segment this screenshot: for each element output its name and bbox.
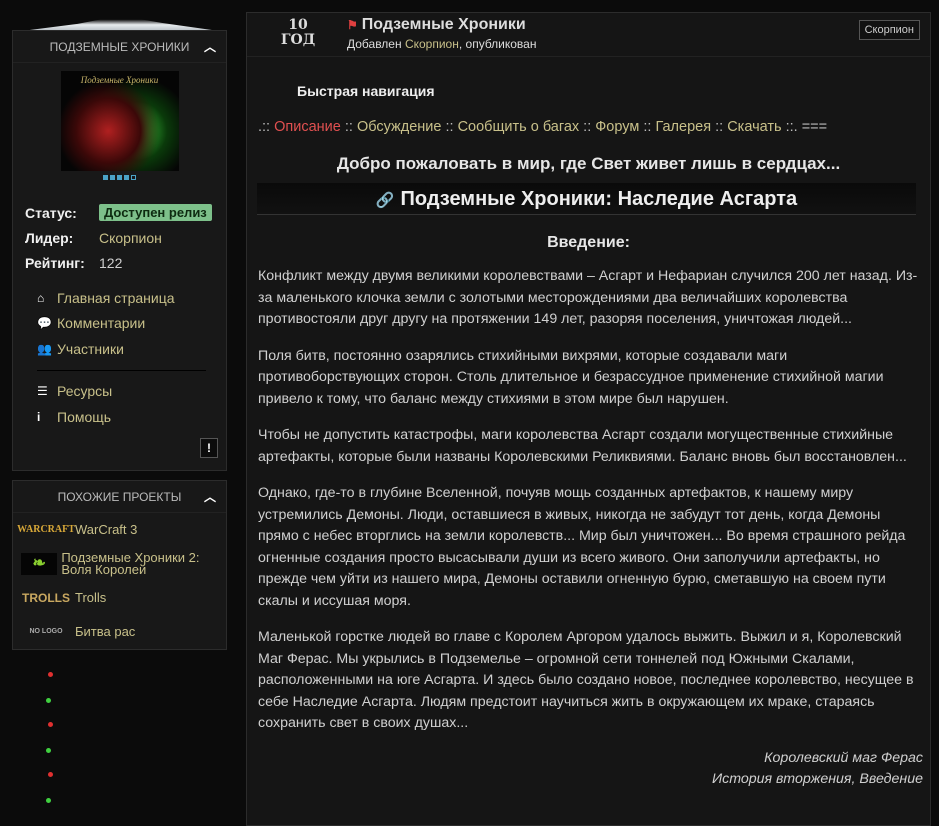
nav-link-download[interactable]: Скачать [727, 119, 781, 135]
project-box-title: ПОДЗЕМНЫЕ ХРОНИКИ [49, 39, 190, 54]
users-icon: 👥 [37, 341, 52, 356]
post-meta: Добавлен Скорпион, опубликован [347, 37, 536, 51]
menu-label: Комментарии [57, 315, 146, 332]
carousel-dot[interactable] [117, 175, 122, 180]
related-item[interactable]: ❧ Подземные Хроники 2: Воля Королей [13, 547, 226, 581]
project-main-panel: 10 ГОД ⚑ Подземные Хроники Добавлен Скорпи… [246, 12, 931, 826]
signature-source: История вторжения, Введение [711, 771, 923, 787]
related-projects-box: ПОХОЖИЕ ПРОЕКТЫ ︿ WARCRAFT WarCraft 3 ❧ По… [12, 480, 227, 650]
post-header: 10 ГОД ⚑ Подземные Хроники Добавлен Скорпи… [247, 13, 930, 57]
menu-members[interactable]: 👥 Участники [37, 336, 226, 362]
report-button[interactable]: ! [200, 438, 218, 458]
age-number: 10 [288, 17, 308, 33]
related-item-label: Подземные Хроники 2: Воля Королей [61, 550, 200, 577]
project-info: Статус: Доступен релиз Лидер: Скорпион Рей… [13, 180, 226, 275]
intro-heading: Введение: [547, 234, 630, 251]
related-item-label: Битва рас [75, 624, 136, 639]
carousel-dot[interactable] [110, 175, 115, 180]
welcome-text: Добро пожаловать в мир, где Свет живет л… [336, 154, 841, 173]
related-box-title: ПОХОЖИЕ ПРОЕКТЫ [57, 489, 182, 504]
nav-sep: :: [340, 119, 357, 135]
comments-icon: 💬 [37, 316, 52, 331]
author-link[interactable]: Скорпион [405, 37, 459, 51]
nav-link-forum[interactable]: Форум [595, 119, 639, 135]
quick-nav-heading: Быстрая навигация [297, 83, 435, 99]
age-badge: 10 ГОД [277, 18, 319, 48]
nav-link-report-bugs[interactable]: Сообщить о багах [458, 119, 580, 135]
age-unit: ГОД [280, 32, 316, 48]
carousel-dot[interactable] [103, 175, 108, 180]
post-title-text: Подземные Хроники [361, 16, 526, 33]
menu-label: Помощь [57, 408, 112, 425]
description-text: Конфликт между двумя великими королевств… [258, 266, 923, 791]
collapse-chevron-icon[interactable]: ︿ [204, 488, 216, 505]
carousel-dot[interactable] [124, 175, 129, 180]
link-icon[interactable]: 🔗 [376, 192, 395, 209]
paragraph: Поля битв, постоянно озарялись стихийным… [258, 347, 884, 407]
nav-decor: .:: [258, 119, 275, 135]
paragraph: Маленькой горстке людей во главе с Корол… [258, 629, 914, 731]
meta-prefix: Добавлен [347, 37, 405, 51]
paragraph: Конфликт между двумя великими королевств… [258, 268, 918, 327]
leader-link[interactable]: Скорпион [99, 230, 162, 246]
project-menu: ⌂ Главная страница 💬 Комментарии 👥 Участник… [13, 275, 226, 430]
paragraph: Однако, где-то в глубине Вселенной, почу… [258, 485, 906, 609]
list-icon: ☰ [37, 384, 48, 399]
home-icon: ⌂ [37, 290, 45, 305]
rating-value: 122 [99, 254, 123, 271]
menu-comments[interactable]: 💬 Комментарии [37, 311, 226, 337]
related-item-label: Trolls [75, 590, 107, 605]
status-label: Статус: [25, 204, 77, 221]
project-box-header: ПОДЗЕМНЫЕ ХРОНИКИ ︿ [13, 31, 226, 63]
garland-decoration [40, 650, 60, 826]
author-tag-button[interactable]: Скорпион [858, 20, 920, 40]
project-cover-image[interactable]: Подземные Хроники [60, 71, 179, 171]
project-box: ПОДЗЕМНЫЕ ХРОНИКИ ︿ Подземные Хроники Ст… [12, 30, 227, 471]
info-icon: i [37, 409, 41, 424]
warcraft-logo: WARCRAFT [17, 524, 75, 535]
signature-author: Королевский маг Ферас [764, 749, 923, 766]
menu-resources[interactable]: ☰ Ресурсы [37, 379, 226, 405]
menu-label: Главная страница [57, 289, 175, 306]
section-heading-bar: 🔗 Подземные Хроники: Наследие Асгарта [257, 183, 916, 215]
post-title[interactable]: ⚑ Подземные Хроники [347, 16, 526, 34]
menu-home[interactable]: ⌂ Главная страница [37, 285, 226, 311]
cover-caption: Подземные Хроники [80, 75, 159, 85]
nav-link-description[interactable]: Описание [274, 119, 341, 135]
quick-nav-links: .:: Описание :: Обсуждение :: Сообщить о… [258, 119, 827, 135]
related-item[interactable]: TROLLS Trolls [13, 581, 226, 615]
status-badge: Доступен релиз [99, 204, 212, 221]
related-item-label: WarCraft 3 [75, 522, 138, 537]
menu-help[interactable]: i Помощь [37, 404, 226, 430]
meta-suffix: , опубликован [458, 37, 537, 51]
related-item[interactable]: WARCRAFT WarCraft 3 [13, 513, 226, 547]
no-logo-image: NO LOGO [29, 628, 63, 635]
paragraph: Чтобы не допустить катастрофы, маги коро… [258, 427, 907, 465]
leaf-logo: ❧ [21, 553, 58, 575]
menu-label: Ресурсы [57, 383, 113, 400]
section-heading: Подземные Хроники: Наследие Асгарта [400, 188, 798, 210]
nav-sep: :: [441, 119, 458, 135]
nav-link-gallery[interactable]: Галерея [655, 119, 711, 135]
related-item[interactable]: NO LOGO Битва рас [13, 615, 226, 649]
related-box-header: ПОХОЖИЕ ПРОЕКТЫ ︿ [13, 481, 226, 513]
leader-label: Лидер: [25, 229, 74, 246]
nav-decor: ::. === [781, 119, 828, 135]
nav-link-discussion[interactable]: Обсуждение [357, 119, 441, 135]
carousel-dot[interactable] [131, 175, 136, 180]
menu-divider [37, 369, 206, 371]
nav-sep: :: [639, 119, 656, 135]
menu-label: Участники [57, 340, 124, 357]
rating-label: Рейтинг: [25, 254, 85, 271]
flag-icon: ⚑ [347, 18, 358, 32]
nav-sep: :: [579, 119, 596, 135]
nav-sep: :: [711, 119, 728, 135]
trolls-logo: TROLLS [22, 591, 70, 605]
collapse-chevron-icon[interactable]: ︿ [204, 38, 216, 55]
